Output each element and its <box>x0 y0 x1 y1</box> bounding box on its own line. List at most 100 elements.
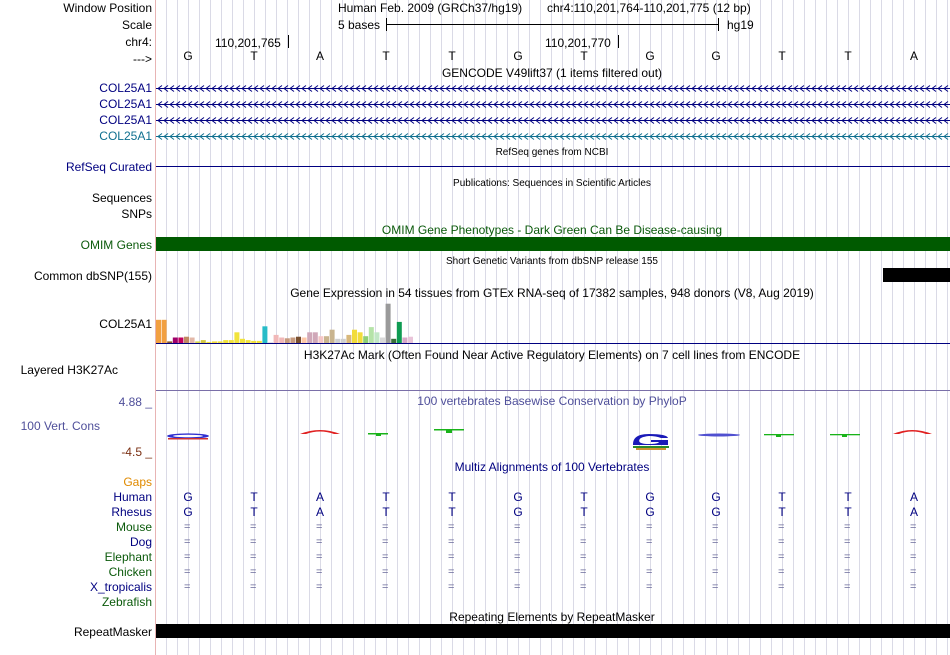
transcript-1-arrows <box>156 85 950 92</box>
ruler-coord-1: 110,201,765 <box>215 36 281 50</box>
repeatmasker-label[interactable]: RepeatMasker <box>74 625 152 639</box>
gencode-gene-label-3[interactable]: COL25A1 <box>99 113 152 127</box>
refseq-line[interactable] <box>156 166 950 167</box>
rhesus-base-1: G <box>183 505 193 519</box>
rhesus-base-11: T <box>844 505 852 519</box>
elephant-identity-5: = <box>448 551 455 563</box>
cons-track-title: 100 vertebrates Basewise Conservation by… <box>417 394 687 408</box>
logo-t-4 <box>830 434 860 437</box>
pubs-snps-label[interactable]: SNPs <box>121 207 152 221</box>
gtex-bars <box>156 303 413 344</box>
species-xtropicalis[interactable]: X_tropicalis <box>90 580 152 594</box>
gencode-transcript-2[interactable] <box>156 100 950 109</box>
gtex-bar-42[interactable] <box>385 303 391 344</box>
ruler-tick-1 <box>288 35 289 48</box>
xtropicalis-identity-5: = <box>448 581 455 593</box>
mouse-identity-1: = <box>184 521 191 533</box>
ruler-base-4: T <box>382 49 390 63</box>
strand-label: ---> <box>133 52 152 66</box>
rhesus-base-3: A <box>315 505 325 519</box>
gencode-gene-label-2[interactable]: COL25A1 <box>99 97 152 111</box>
xtropicalis-identity-6: = <box>514 581 521 593</box>
cons-logos <box>167 429 932 450</box>
species-rhesus[interactable]: Rhesus <box>111 505 152 519</box>
elephant-identity-12: = <box>910 551 917 563</box>
chicken-identity-5: = <box>448 566 455 578</box>
dog-identity-10: = <box>778 536 785 548</box>
gtex-bar-39[interactable] <box>368 327 374 344</box>
xtropicalis-identity-3: = <box>316 581 323 593</box>
human-base-5: T <box>448 490 456 504</box>
scale-bar-right-tick <box>718 18 719 31</box>
mouse-identity-12: = <box>910 521 917 533</box>
h3k27ac-track-title: H3K27Ac Mark (Often Found Near Active Re… <box>303 348 801 362</box>
gtex-bar-36[interactable] <box>352 329 357 344</box>
gencode-transcript-1[interactable] <box>156 84 950 93</box>
gtex-bar-44[interactable] <box>396 321 402 344</box>
cons-max-label: 4.88 _ <box>118 395 152 409</box>
mouse-identity-6: = <box>514 521 521 533</box>
gtex-bar-1[interactable] <box>156 319 161 344</box>
dog-identity-3: = <box>316 536 323 548</box>
gencode-track-title: GENCODE V49lift37 (1 items filtered out) <box>441 66 663 80</box>
cons-track-label[interactable]: 100 Vert. Cons <box>21 419 100 433</box>
human-base-8: G <box>645 490 655 504</box>
elephant-identity-6: = <box>514 551 521 563</box>
chicken-identity-8: = <box>646 566 653 578</box>
omim-label[interactable]: OMIM Genes <box>81 238 152 252</box>
gtex-bar-2[interactable] <box>161 319 167 344</box>
cons-min-label: -4.5 _ <box>121 445 152 459</box>
species-mouse[interactable]: Mouse <box>116 520 152 534</box>
h3k27ac-label[interactable]: Layered H3K27Ac <box>21 363 118 377</box>
gtex-baseline <box>156 343 950 344</box>
mouse-identity-9: = <box>712 521 719 533</box>
dbsnp-variant-bar[interactable] <box>883 268 950 282</box>
mouse-identity-3: = <box>316 521 323 533</box>
ruler-base-10: T <box>778 49 786 63</box>
species-human[interactable]: Human <box>113 490 152 504</box>
logo-g-3 <box>698 433 740 437</box>
dog-identity-9: = <box>712 536 719 548</box>
ruler-base-3: A <box>315 49 325 63</box>
logo-t-1 <box>368 433 388 436</box>
species-chicken[interactable]: Chicken <box>109 565 152 579</box>
ruler-base-5: T <box>448 49 456 63</box>
h3k27ac-baseline <box>156 390 950 391</box>
dbsnp-label[interactable]: Common dbSNP(155) <box>34 269 152 283</box>
dog-identity-5: = <box>448 536 455 548</box>
xtropicalis-identity-12: = <box>910 581 917 593</box>
rhesus-base-4: T <box>382 505 390 519</box>
xtropicalis-identity-2: = <box>250 581 257 593</box>
species-elephant[interactable]: Elephant <box>105 550 152 564</box>
human-base-6: G <box>513 490 523 504</box>
cons-logo-track[interactable] <box>156 420 950 455</box>
rhesus-base-5: T <box>448 505 456 519</box>
gtex-track-title: Gene Expression in 54 tissues from GTEx … <box>290 286 814 300</box>
pubs-sequences-label[interactable]: Sequences <box>92 191 152 205</box>
species-zebrafish[interactable]: Zebrafish <box>102 595 152 609</box>
elephant-identity-1: = <box>184 551 191 563</box>
elephant-identity-10: = <box>778 551 785 563</box>
gtex-bar-32[interactable] <box>329 329 335 344</box>
xtropicalis-identity-10: = <box>778 581 785 593</box>
mouse-identity-7: = <box>580 521 587 533</box>
dog-identity-1: = <box>184 536 191 548</box>
multiz-track-title: Multiz Alignments of 100 Vertebrates <box>454 460 650 474</box>
omim-track-title: OMIM Gene Phenotypes - Dark Green Can Be… <box>381 223 723 237</box>
rhesus-base-8: G <box>645 505 655 519</box>
gtex-gene-label[interactable]: COL25A1 <box>99 317 152 331</box>
logo-g-1 <box>167 433 209 440</box>
species-dog[interactable]: Dog <box>130 535 152 549</box>
dog-identity-6: = <box>514 536 521 548</box>
refseq-label[interactable]: RefSeq Curated <box>66 160 152 174</box>
gencode-transcript-3[interactable] <box>156 116 950 125</box>
gtex-bar-20[interactable] <box>262 326 268 344</box>
gencode-gene-label-4[interactable]: COL25A1 <box>99 129 152 143</box>
gtex-expression-chart[interactable] <box>156 300 950 344</box>
pubs-track-title: Publications: Sequences in Scientific Ar… <box>453 178 651 189</box>
gencode-transcript-4[interactable] <box>156 132 950 141</box>
chicken-identity-10: = <box>778 566 785 578</box>
omim-gene-bar[interactable] <box>156 237 950 251</box>
gencode-gene-label-1[interactable]: COL25A1 <box>99 81 152 95</box>
repeatmasker-element-bar[interactable] <box>156 624 950 638</box>
